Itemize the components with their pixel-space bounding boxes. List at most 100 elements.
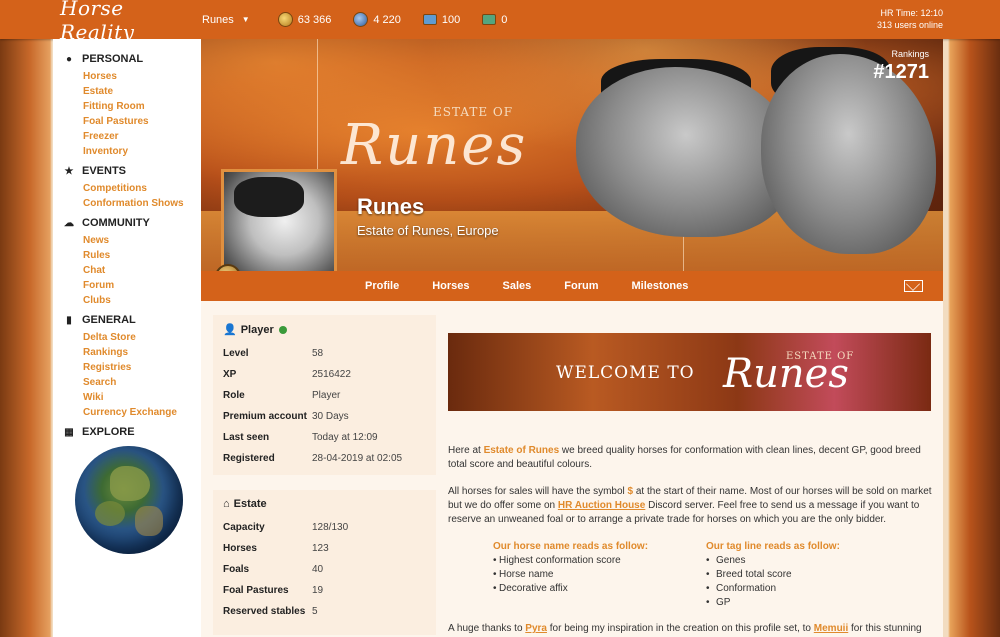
row-value: 5 xyxy=(312,606,318,617)
player-card-title: 👤 Player xyxy=(223,323,426,336)
coins-value: 63 366 xyxy=(297,13,332,26)
tag-line-format-title: Our tag line reads as follow: xyxy=(706,541,840,552)
estate-row-foals: Foals 40 xyxy=(223,559,426,580)
sidebar-item-fitting-room[interactable]: Fitting Room xyxy=(83,99,201,114)
section-title: COMMUNITY xyxy=(82,217,150,229)
sales-paragraph: All horses for sales will have the symbo… xyxy=(448,485,933,527)
estate-link[interactable]: Estate of Runes xyxy=(484,445,560,456)
profile-tabs: Profile Horses Sales Forum Milestones xyxy=(201,271,943,301)
hr-time: HR Time: 12:10 xyxy=(880,8,943,18)
mail-icon[interactable] xyxy=(904,280,923,292)
tickets-value: 100 xyxy=(441,13,461,26)
sidebar-item-freezer[interactable]: Freezer xyxy=(83,129,201,144)
sidebar-item-foal-pastures[interactable]: Foal Pastures xyxy=(83,114,201,129)
section-title: EVENTS xyxy=(82,165,127,177)
estate-row-horses: Horses 123 xyxy=(223,538,426,559)
list-item: GP xyxy=(706,596,840,610)
player-row-registered: Registered 28-04-2019 at 02:05 xyxy=(223,448,426,469)
world-globe[interactable] xyxy=(75,446,183,554)
row-value: 123 xyxy=(312,543,329,554)
list-item: Horse name xyxy=(493,568,648,582)
player-row-xp: XP 2516422 xyxy=(223,364,426,385)
row-value: 30 Days xyxy=(312,411,349,422)
sidebar-item-wiki[interactable]: Wiki xyxy=(83,390,201,405)
list-item: Breed total score xyxy=(706,568,840,582)
row-key: Level xyxy=(223,348,249,359)
vouchers-value: 0 xyxy=(501,13,508,26)
delta-value: 4 220 xyxy=(373,13,401,26)
row-value: 19 xyxy=(312,585,324,596)
star-icon: ★ xyxy=(64,165,74,177)
sidebar-item-horses[interactable]: Horses xyxy=(83,69,201,84)
sidebar-item-delta-store[interactable]: Delta Store xyxy=(83,330,201,345)
section-title: EXPLORE xyxy=(82,426,135,438)
player-row-premium: Premium account 30 Days xyxy=(223,406,426,427)
player-card: 👤 Player Level 58 XP 2516422 Role Player Pr… xyxy=(213,315,436,475)
estate-row-reserved-stables: Reserved stables 5 xyxy=(223,601,426,622)
online-status-icon xyxy=(278,325,287,334)
sidebar-item-inventory[interactable]: Inventory xyxy=(83,144,201,159)
sidebar-item-competitions[interactable]: Competitions xyxy=(83,181,201,196)
currency-vouchers[interactable]: 0 xyxy=(482,14,507,26)
rankings-value[interactable]: #1271 xyxy=(873,61,929,84)
voucher-icon xyxy=(482,14,497,25)
list-item: Conformation xyxy=(706,582,840,596)
card-title-text: Estate xyxy=(233,498,267,510)
player-subtitle: Estate of Runes, Europe xyxy=(357,223,499,238)
main-content: ESTATE OF Runes Rankings #1271 Runes Est… xyxy=(201,39,943,637)
currency-delta[interactable]: 4 220 xyxy=(353,12,401,27)
row-key: XP xyxy=(223,369,237,380)
sidebar-item-currency-exchange[interactable]: Currency Exchange xyxy=(83,405,201,420)
row-key: Horses xyxy=(223,543,257,554)
sidebar-item-rankings[interactable]: Rankings xyxy=(83,345,201,360)
row-value: 2516422 xyxy=(312,369,351,380)
sidebar-item-news[interactable]: News xyxy=(83,233,201,248)
currency-coins[interactable]: 63 366 xyxy=(277,12,332,27)
memuii-link[interactable]: Memuii xyxy=(814,623,848,634)
row-key: Premium account xyxy=(223,411,307,422)
delta-icon xyxy=(353,12,369,27)
ticket-icon xyxy=(422,14,437,25)
tab-milestones[interactable]: Milestones xyxy=(632,280,689,292)
sidebar-item-forum[interactable]: Forum xyxy=(83,278,201,293)
row-key: Last seen xyxy=(223,432,270,443)
tab-profile[interactable]: Profile xyxy=(365,280,399,292)
section-title: GENERAL xyxy=(82,314,136,326)
welcome-banner: WELCOME TO Runes ESTATE OF xyxy=(448,333,931,411)
player-menu[interactable]: Runes ▼ xyxy=(202,14,250,26)
text: All horses for sales will have the symbo… xyxy=(448,486,628,497)
estate-row-foal-pastures: Foal Pastures 19 xyxy=(223,580,426,601)
tab-sales[interactable]: Sales xyxy=(503,280,532,292)
row-value: 28-04-2019 at 02:05 xyxy=(312,453,403,464)
row-key: Reserved stables xyxy=(223,606,306,617)
intro-paragraph: Here at Estate of Runes we breed quality… xyxy=(448,444,933,472)
sidebar-item-registries[interactable]: Registries xyxy=(83,360,201,375)
section-events: ★ EVENTS xyxy=(63,165,201,177)
pyra-link[interactable]: Pyra xyxy=(525,623,547,634)
estate-card: ⌂ Estate Capacity 128/130 Horses 123 Foals… xyxy=(213,490,436,635)
tab-horses[interactable]: Horses xyxy=(432,280,469,292)
users-online: 313 users online xyxy=(876,20,943,30)
horse-name-format-title: Our horse name reads as follow: xyxy=(493,541,649,552)
player-avatar[interactable] xyxy=(221,169,337,284)
tab-forum[interactable]: Forum xyxy=(564,280,598,292)
welcome-to-text: WELCOME TO xyxy=(556,363,695,383)
currency-tickets[interactable]: 100 xyxy=(422,13,461,26)
sidebar-item-clubs[interactable]: Clubs xyxy=(83,293,201,308)
row-key: Registered xyxy=(223,453,275,464)
estate-row-capacity: Capacity 128/130 xyxy=(223,517,426,538)
caret-down-icon: ▼ xyxy=(241,15,250,24)
banner-script-title: Runes xyxy=(341,113,528,178)
sidebar-item-estate[interactable]: Estate xyxy=(83,84,201,99)
row-value: 40 xyxy=(312,564,324,575)
section-general: ▮ GENERAL xyxy=(63,314,201,326)
sidebar-item-conformation-shows[interactable]: Conformation Shows xyxy=(83,196,201,211)
list-item: Decorative affix xyxy=(493,582,648,596)
sidebar-item-rules[interactable]: Rules xyxy=(83,248,201,263)
sidebar-item-chat[interactable]: Chat xyxy=(83,263,201,278)
site-logo[interactable]: Horse Reality xyxy=(60,0,190,44)
row-key: Capacity xyxy=(223,522,265,533)
auction-house-link[interactable]: HR Auction House xyxy=(558,500,645,511)
user-icon: 👤 xyxy=(223,324,237,336)
sidebar-item-search[interactable]: Search xyxy=(83,375,201,390)
